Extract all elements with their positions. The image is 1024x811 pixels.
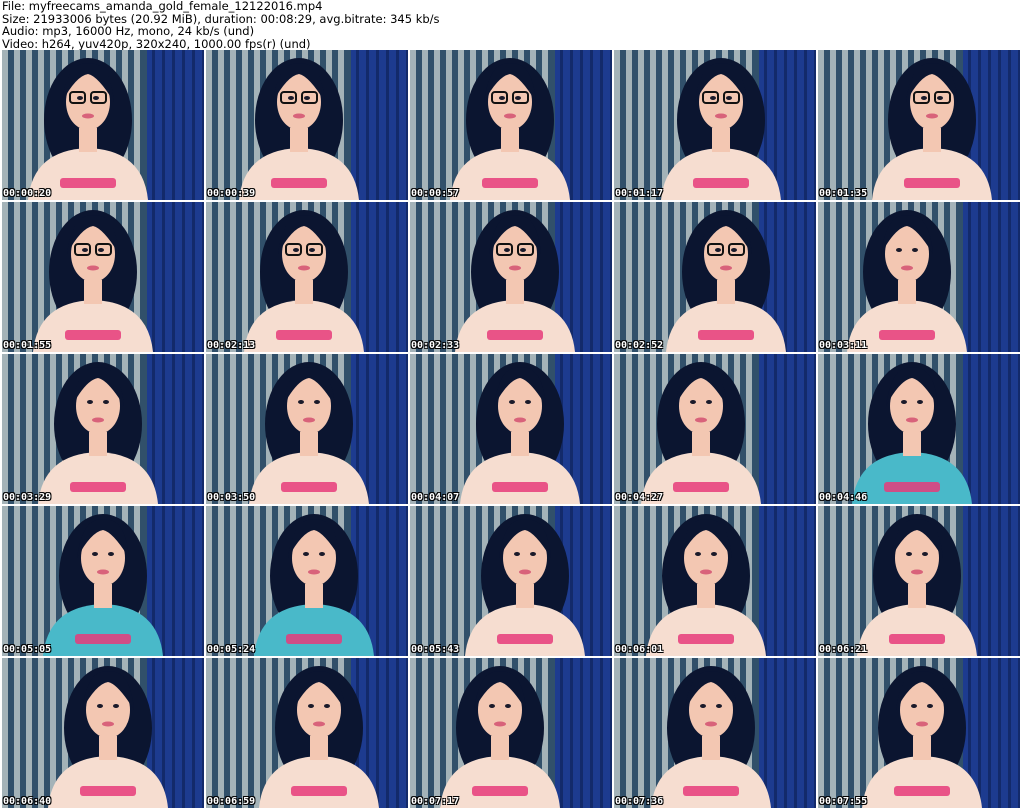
- frame-timestamp: 00:01:17: [615, 188, 664, 199]
- video-frame-thumbnail: 00:05:24: [206, 506, 408, 656]
- frame-image: [818, 202, 1020, 352]
- video-frame-thumbnail: 00:02:52: [614, 202, 816, 352]
- video-frame-thumbnail: 00:06:21: [818, 506, 1020, 656]
- frame-image: [206, 354, 408, 504]
- frame-timestamp: 00:06:01: [615, 644, 664, 655]
- frame-image: [206, 506, 408, 656]
- frame-timestamp: 00:02:13: [207, 340, 256, 351]
- frame-timestamp: 00:03:29: [3, 492, 52, 503]
- video-frame-thumbnail: 00:00:57: [410, 50, 612, 200]
- frame-timestamp: 00:03:11: [819, 340, 868, 351]
- file-info-header: File: myfreecams_amanda_gold_female_1212…: [2, 0, 1022, 50]
- frame-image: [818, 50, 1020, 200]
- frame-image: [2, 202, 204, 352]
- video-frame-thumbnail: 00:01:55: [2, 202, 204, 352]
- video-frame-thumbnail: 00:06:40: [2, 658, 204, 808]
- video-frame-thumbnail: 00:05:05: [2, 506, 204, 656]
- file-name-line: File: myfreecams_amanda_gold_female_1212…: [2, 0, 323, 13]
- frame-image: [2, 354, 204, 504]
- frame-timestamp: 00:07:36: [615, 796, 664, 807]
- video-frame-thumbnail: 00:04:27: [614, 354, 816, 504]
- video-info-line: Video: h264, yuv420p, 320x240, 1000.00 f…: [2, 36, 311, 51]
- frame-image: [206, 658, 408, 808]
- frame-image: [410, 354, 612, 504]
- frame-image: [614, 202, 816, 352]
- frame-timestamp: 00:07:55: [819, 796, 868, 807]
- frame-image: [206, 202, 408, 352]
- frame-image: [2, 658, 204, 808]
- frame-timestamp: 00:01:35: [819, 188, 868, 199]
- video-frame-thumbnail: 00:01:35: [818, 50, 1020, 200]
- video-frame-thumbnail: 00:01:17: [614, 50, 816, 200]
- video-frame-thumbnail: 00:03:11: [818, 202, 1020, 352]
- frame-image: [614, 658, 816, 808]
- frame-timestamp: 00:02:33: [411, 340, 460, 351]
- frame-timestamp: 00:00:20: [3, 188, 52, 199]
- video-frame-thumbnail: 00:07:55: [818, 658, 1020, 808]
- frame-timestamp: 00:04:27: [615, 492, 664, 503]
- thumbnail-grid: 00:00:20 00:00:39 00:00:57 00:01:17 00:01:35…: [2, 50, 1020, 808]
- frame-timestamp: 00:00:39: [207, 188, 256, 199]
- frame-image: [206, 50, 408, 200]
- frame-timestamp: 00:07:17: [411, 796, 460, 807]
- frame-image: [2, 50, 204, 200]
- frame-timestamp: 00:01:55: [3, 340, 52, 351]
- video-frame-thumbnail: 00:03:50: [206, 354, 408, 504]
- video-frame-thumbnail: 00:07:36: [614, 658, 816, 808]
- video-frame-thumbnail: 00:04:07: [410, 354, 612, 504]
- frame-timestamp: 00:05:24: [207, 644, 256, 655]
- audio-info-line: Audio: mp3, 16000 Hz, mono, 24 kb/s (und…: [2, 24, 255, 39]
- video-frame-thumbnail: 00:06:59: [206, 658, 408, 808]
- frame-image: [818, 658, 1020, 808]
- video-frame-thumbnail: 00:00:20: [2, 50, 204, 200]
- frame-image: [614, 50, 816, 200]
- video-frame-thumbnail: 00:05:43: [410, 506, 612, 656]
- video-frame-thumbnail: 00:03:29: [2, 354, 204, 504]
- frame-image: [2, 506, 204, 656]
- frame-timestamp: 00:06:40: [3, 796, 52, 807]
- frame-timestamp: 00:02:52: [615, 340, 664, 351]
- video-frame-thumbnail: 00:00:39: [206, 50, 408, 200]
- frame-image: [410, 50, 612, 200]
- frame-timestamp: 00:05:43: [411, 644, 460, 655]
- frame-image: [818, 506, 1020, 656]
- frame-timestamp: 00:03:50: [207, 492, 256, 503]
- frame-image: [614, 506, 816, 656]
- frame-timestamp: 00:06:59: [207, 796, 256, 807]
- video-frame-thumbnail: 00:04:46: [818, 354, 1020, 504]
- video-frame-thumbnail: 00:06:01: [614, 506, 816, 656]
- video-frame-thumbnail: 00:02:13: [206, 202, 408, 352]
- frame-image: [410, 506, 612, 656]
- frame-timestamp: 00:04:07: [411, 492, 460, 503]
- frame-timestamp: 00:06:21: [819, 644, 868, 655]
- video-frame-thumbnail: 00:02:33: [410, 202, 612, 352]
- frame-image: [410, 202, 612, 352]
- frame-timestamp: 00:00:57: [411, 188, 460, 199]
- frame-timestamp: 00:05:05: [3, 644, 52, 655]
- video-frame-thumbnail: 00:07:17: [410, 658, 612, 808]
- frame-image: [818, 354, 1020, 504]
- frame-image: [410, 658, 612, 808]
- frame-timestamp: 00:04:46: [819, 492, 868, 503]
- frame-image: [614, 354, 816, 504]
